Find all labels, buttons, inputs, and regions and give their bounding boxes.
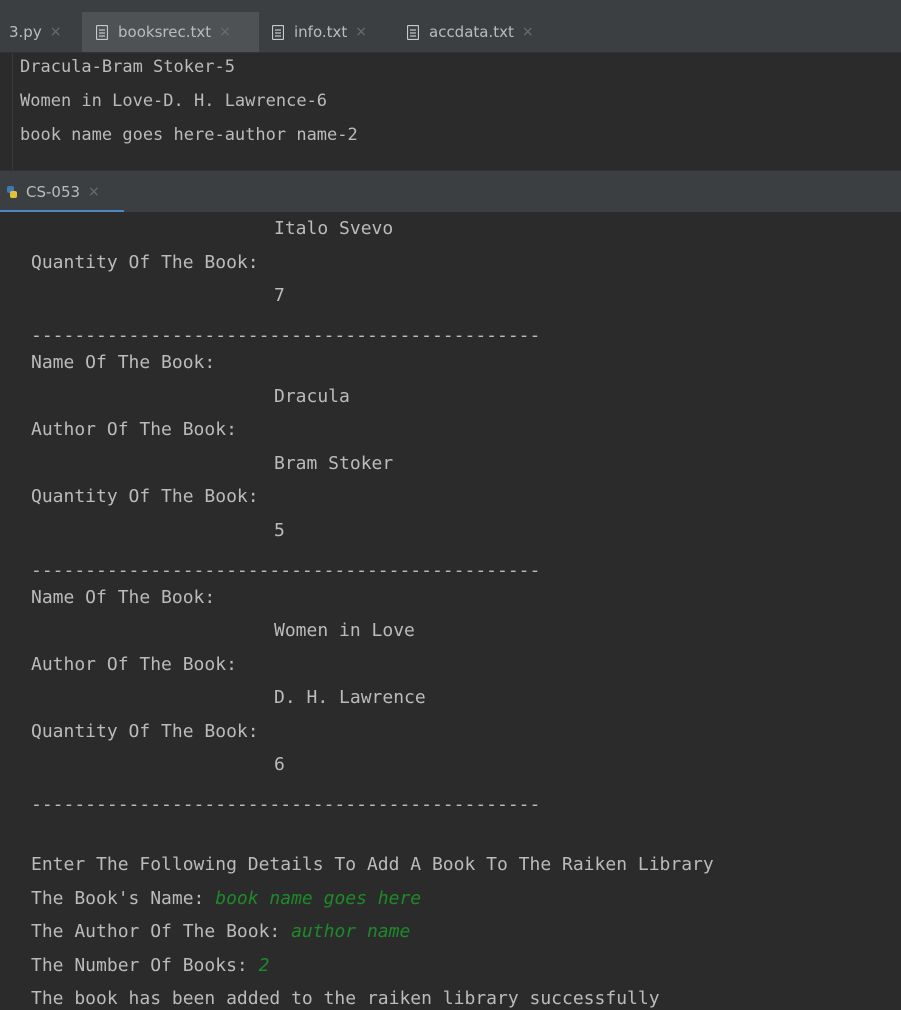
console-label-quantity: Quantity Of The Book: [31,486,259,507]
prompt-label: The Book's Name: [31,888,216,909]
editor-line[interactable]: book name goes here-author name-2 [20,124,358,146]
tab-booksrec-txt[interactable]: booksrec.txt × [82,12,259,52]
text-file-icon [272,24,284,40]
console-label-author: Author Of The Book: [31,654,237,675]
console-prompt-header: Enter The Following Details To Add A Boo… [31,854,714,875]
console-label-quantity: Quantity Of The Book: [31,252,259,273]
console-value-name: Dracula [274,386,350,407]
run-tab-bar: CS-053 × [0,170,901,213]
prompt-label: The Author Of The Book: [31,921,292,942]
run-tab-cs-053[interactable]: CS-053 × [0,171,124,213]
close-icon[interactable]: × [219,24,231,40]
tab-label: info.txt [294,23,348,41]
tab-accdata-txt[interactable]: accdata.txt × [407,12,567,52]
text-editor[interactable]: Dracula-Bram Stoker-5 Women in Love-D. H… [0,53,901,170]
ide-window: 3.py × booksrec.txt × info.txt × accdata… [0,0,901,1010]
run-console[interactable]: Italo Svevo Quantity Of The Book: 7 ----… [0,212,901,1010]
prompt-label: The Number Of Books: [31,955,259,976]
tab-label: booksrec.txt [118,23,212,41]
console-prompt-number: The Number Of Books: 2 [31,955,269,977]
console-success-message: The book has been added to the raiken li… [31,988,660,1009]
console-value-quantity: 6 [274,754,285,775]
console-value-author: Bram Stoker [274,453,394,474]
python-run-icon [7,186,17,198]
console-prompt-book-name: The Book's Name: book name goes here [31,888,421,910]
close-icon[interactable]: × [522,24,534,40]
console-label-quantity: Quantity Of The Book: [31,721,259,742]
close-icon[interactable]: × [355,24,367,40]
console-label-author: Author Of The Book: [31,419,237,440]
console-separator: ----------------------------------------… [31,325,541,346]
console-input-author[interactable]: author name [291,921,410,942]
title-strip [0,0,901,12]
tab-info-txt[interactable]: info.txt × [272,12,392,52]
tab-3-py[interactable]: 3.py × [3,12,84,52]
console-value-name: Women in Love [274,620,415,641]
tab-label: 3.py [9,23,42,41]
editor-tab-bar: 3.py × booksrec.txt × info.txt × accdata… [0,12,901,53]
console-input-book-name[interactable]: book name goes here [215,888,421,909]
text-file-icon [96,24,108,40]
console-value-author: D. H. Lawrence [274,687,426,708]
close-icon[interactable]: × [88,184,100,200]
console-label-name: Name Of The Book: [31,587,216,608]
close-icon[interactable]: × [50,24,62,40]
editor-line[interactable]: Women in Love-D. H. Lawrence-6 [20,90,327,112]
console-value-quantity: 5 [274,520,285,541]
console-label-name: Name Of The Book: [31,352,216,373]
console-prompt-author: The Author Of The Book: author name [31,921,410,943]
text-file-icon [407,24,419,40]
gutter-divider [12,53,13,170]
console-separator: ----------------------------------------… [31,560,541,581]
console-value-author: Italo Svevo [274,218,394,239]
console-input-number[interactable]: 2 [259,955,270,976]
run-tab-label: CS-053 [26,183,81,201]
console-separator: ----------------------------------------… [31,794,541,815]
editor-line[interactable]: Dracula-Bram Stoker-5 [20,56,235,78]
console-value-quantity: 7 [274,285,285,306]
tab-label: accdata.txt [429,23,514,41]
